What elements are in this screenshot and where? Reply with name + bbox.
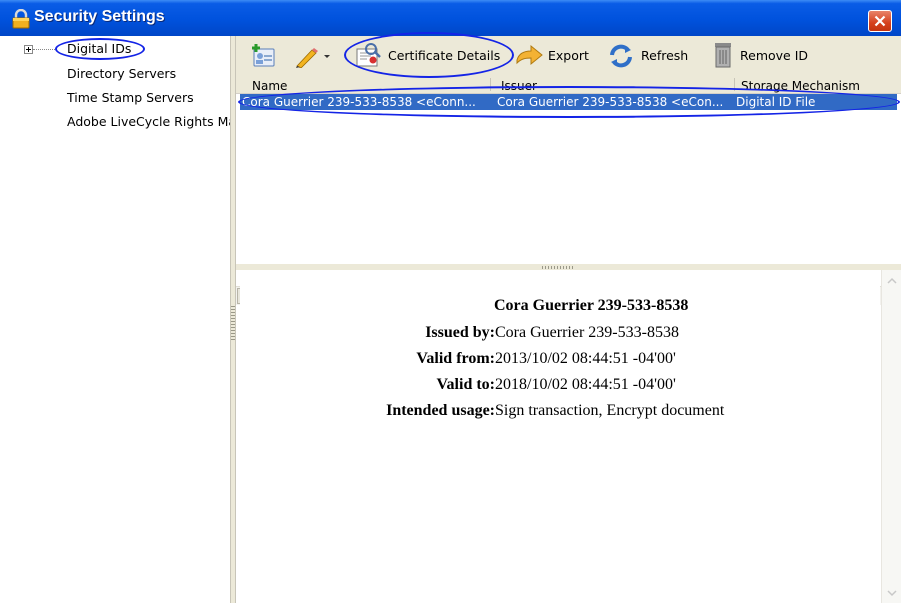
issued-by-value: Cora Guerrier 239-533-8538: [495, 324, 679, 341]
right-pane: Certificate Details Export Refresh Remov…: [236, 36, 901, 603]
close-button[interactable]: [868, 10, 892, 32]
certificate-holder-name: Cora Guerrier 239-533-8538: [494, 297, 689, 314]
chevron-down-icon[interactable]: [886, 588, 898, 598]
valid-from-label: Valid from:: [416, 350, 495, 367]
splitter-grip[interactable]: [542, 266, 574, 269]
tree-connector: [33, 49, 55, 50]
valid-to-label: Valid to:: [436, 376, 495, 393]
column-separator[interactable]: [490, 78, 491, 91]
chevron-up-icon[interactable]: [886, 276, 898, 286]
lock-icon: [12, 9, 30, 29]
close-icon: [874, 15, 886, 27]
add-id-icon[interactable]: [250, 44, 276, 68]
column-separator[interactable]: [734, 78, 735, 91]
splitter-grip[interactable]: [231, 306, 235, 340]
table-row[interactable]: Cora Guerrier 239-533-8538 <eConn... Cor…: [240, 94, 897, 110]
row-issuer-cell: Cora Guerrier 239-533-8538 <eCon...: [497, 95, 724, 109]
certificate-details-button[interactable]: Certificate Details: [388, 48, 500, 63]
row-storage-cell: Digital ID File: [736, 95, 816, 109]
row-name-cell: Cora Guerrier 239-533-8538 <eConn...: [242, 95, 476, 109]
digital-id-table: Name Issuer Storage Mechanism Cora Guerr…: [236, 76, 901, 305]
column-header-name[interactable]: Name: [252, 79, 287, 93]
trash-icon[interactable]: [712, 42, 734, 68]
tree-item-digital-ids[interactable]: Digital IDs: [67, 41, 131, 56]
export-button[interactable]: Export: [548, 48, 589, 63]
refresh-icon[interactable]: [608, 43, 634, 69]
pencil-icon[interactable]: [294, 46, 320, 68]
column-header-issuer[interactable]: Issuer: [501, 79, 537, 93]
vertical-scrollbar[interactable]: [881, 270, 901, 603]
intended-usage-label: Intended usage:: [386, 402, 495, 419]
window-title: Security Settings: [34, 8, 165, 25]
title-bar[interactable]: Security Settings: [0, 0, 901, 36]
settings-tree: Digital IDs Directory Servers Time Stamp…: [0, 36, 230, 603]
table-header: Name Issuer Storage Mechanism: [236, 76, 901, 94]
certificate-icon[interactable]: [355, 43, 381, 69]
export-arrow-icon[interactable]: [515, 44, 543, 66]
chevron-down-icon[interactable]: [323, 54, 331, 60]
tree-item-directory-servers[interactable]: Directory Servers: [67, 66, 176, 81]
column-header-storage[interactable]: Storage Mechanism: [741, 79, 860, 93]
remove-id-button[interactable]: Remove ID: [740, 48, 808, 63]
security-settings-window: Security Settings Digital IDs Directory …: [0, 0, 901, 603]
intended-usage-value: Sign transaction, Encrypt document: [495, 402, 725, 419]
tree-item-adobe-livecycle[interactable]: Adobe LiveCycle Rights Ma: [67, 114, 230, 129]
issued-by-label: Issued by:: [425, 324, 495, 341]
certificate-details-panel: Cora Guerrier 239-533-8538 Issued by: Co…: [240, 270, 880, 603]
valid-to-value: 2018/10/02 08:44:51 -04'00': [495, 376, 676, 393]
refresh-button[interactable]: Refresh: [641, 48, 688, 63]
valid-from-value: 2013/10/02 08:44:51 -04'00': [495, 350, 676, 367]
expand-digital-ids-icon[interactable]: [24, 45, 33, 54]
tree-item-time-stamp-servers[interactable]: Time Stamp Servers: [67, 90, 194, 105]
toolbar: Certificate Details Export Refresh Remov…: [236, 36, 901, 76]
